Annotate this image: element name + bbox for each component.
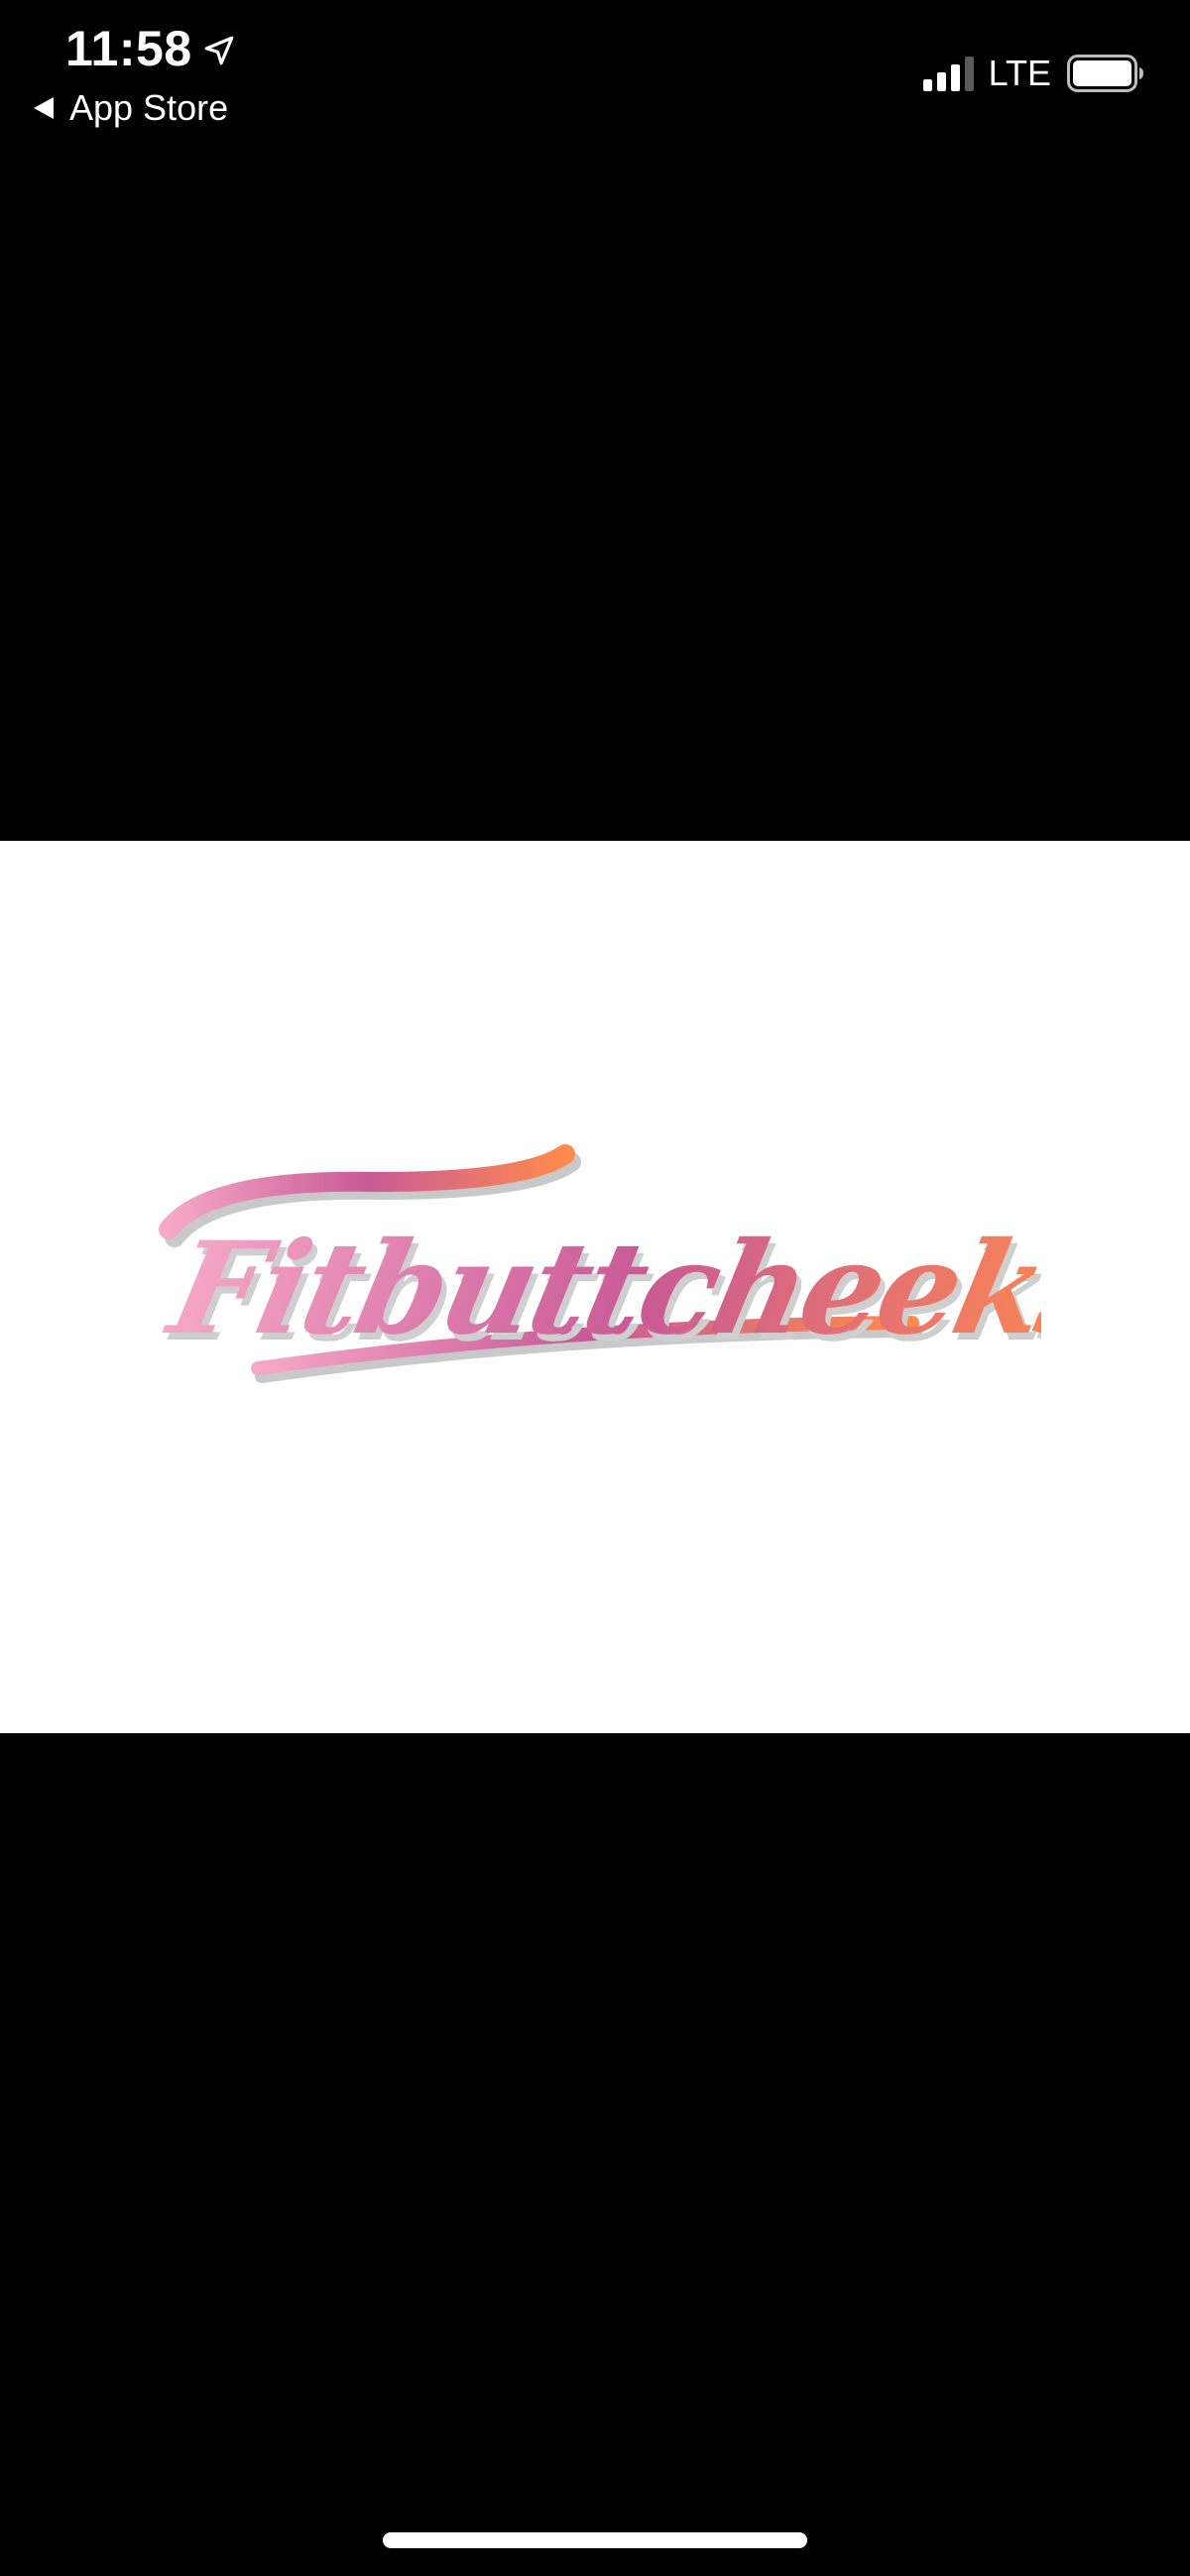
back-label: App Store — [69, 87, 229, 128]
status-bar: 11:58 App Store LTE — [0, 0, 1190, 139]
splash-screen: 11:58 App Store LTE Fitbuttcheeks Fitbut… — [0, 0, 1190, 2576]
logo-wordmark: Fitbuttcheeks — [155, 1213, 1041, 1362]
network-type: LTE — [988, 53, 1051, 93]
status-indicators: LTE — [922, 50, 1144, 97]
cellular-signal-icon — [922, 57, 974, 91]
battery-icon — [1067, 55, 1143, 92]
fitbuttcheeks-logo: Fitbuttcheeks Fitbuttcheeks — [155, 1144, 1041, 1383]
logo-panel: Fitbuttcheeks Fitbuttcheeks — [0, 841, 1190, 1733]
home-indicator[interactable] — [383, 2532, 807, 2548]
back-to-app-store-button[interactable]: App Store — [32, 83, 228, 133]
status-time: 11:58 — [65, 21, 192, 76]
location-arrow-icon — [204, 36, 233, 65]
back-triangle-icon — [34, 97, 54, 119]
time-group: 11:58 — [65, 18, 236, 79]
